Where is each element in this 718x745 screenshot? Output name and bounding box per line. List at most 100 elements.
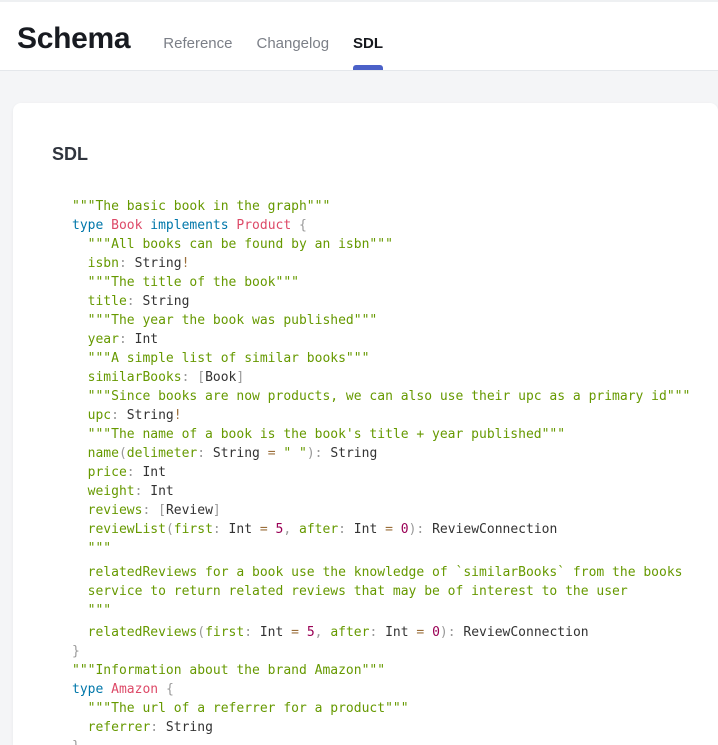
tab-label: SDL: [353, 35, 383, 52]
code-token: [: [197, 370, 205, 385]
code-line: year: Int: [72, 330, 718, 349]
code-token: ReviewConnection: [456, 625, 589, 640]
code-token: reviews: [88, 503, 143, 518]
code-token: [72, 701, 88, 716]
code-token: [72, 370, 88, 385]
code-token: service to return related reviews that m…: [88, 584, 628, 599]
code-token: [72, 446, 88, 461]
code-line: """The year the book was published""": [72, 311, 718, 330]
code-token: [103, 218, 111, 233]
code-token: [299, 625, 307, 640]
code-token: """The year the book was published""": [88, 313, 378, 328]
code-token: Int: [142, 484, 173, 499]
code-token: " ": [283, 446, 306, 461]
code-token: name: [88, 446, 119, 461]
code-token: :: [150, 720, 158, 735]
code-token: [150, 503, 158, 518]
page-title: Schema: [17, 2, 130, 70]
code-token: [72, 332, 88, 347]
tab-label: Changelog: [256, 35, 329, 52]
code-token: [72, 584, 88, 599]
tab-sdl[interactable]: SDL: [353, 2, 383, 70]
code-token: relatedReviews: [88, 625, 198, 640]
code-token: first: [174, 522, 213, 537]
code-line: type Amazon {: [72, 680, 718, 699]
code-line: upc: String!: [72, 406, 718, 425]
sdl-card: SDL """The basic book in the graph""" typ…: [13, 103, 718, 745]
code-line: }: [72, 642, 718, 661]
code-token: [72, 720, 88, 735]
code-token: [291, 522, 299, 537]
code-token: ]: [236, 370, 244, 385]
code-token: [72, 484, 88, 499]
code-token: implements: [150, 218, 228, 233]
code-line: relatedReviews for a book use the knowle…: [72, 563, 718, 582]
sdl-code-block: """The basic book in the graph""" type Bo…: [72, 197, 718, 745]
tab-reference[interactable]: Reference: [163, 2, 232, 70]
code-token: {: [166, 682, 174, 697]
code-token: [424, 625, 432, 640]
code-token: [72, 625, 88, 640]
code-token: """A simple list of similar books""": [88, 351, 370, 366]
code-token: [72, 294, 88, 309]
code-token: Amazon: [111, 682, 158, 697]
code-token: [72, 503, 88, 518]
code-token: [72, 237, 88, 252]
code-token: Book: [111, 218, 142, 233]
code-token: String: [323, 446, 378, 461]
code-token: [72, 389, 88, 404]
code-token: ):: [307, 446, 323, 461]
code-token: type: [72, 218, 103, 233]
code-token: [72, 465, 88, 480]
code-token: String: [119, 408, 174, 423]
code-token: Int: [135, 465, 166, 480]
code-line: """Information about the brand Amazon""": [72, 661, 718, 680]
code-token: ReviewConnection: [424, 522, 557, 537]
code-token: isbn: [88, 256, 119, 271]
code-token: """Information about the brand Amazon""": [72, 663, 385, 678]
code-token: 5: [307, 625, 315, 640]
code-token: [72, 256, 88, 271]
code-token: relatedReviews for a book use the knowle…: [88, 565, 683, 580]
tab-label: Reference: [163, 35, 232, 52]
code-token: }: [72, 739, 80, 745]
code-token: :: [119, 256, 127, 271]
code-token: !: [174, 408, 182, 423]
code-token: =: [268, 446, 276, 461]
code-token: =: [385, 522, 393, 537]
code-token: Int: [252, 625, 291, 640]
code-token: Review: [166, 503, 213, 518]
content-area: SDL """The basic book in the graph""" typ…: [0, 71, 718, 745]
code-line: """A simple list of similar books""": [72, 349, 718, 368]
code-token: :: [127, 465, 135, 480]
code-token: title: [88, 294, 127, 309]
code-token: """The url of a referrer for a product""…: [88, 701, 409, 716]
code-token: String: [135, 294, 190, 309]
schema-page-header: Schema Reference Changelog SDL: [0, 0, 718, 71]
code-token: =: [260, 522, 268, 537]
code-token: :: [338, 522, 346, 537]
code-token: (: [166, 522, 174, 537]
code-token: 0: [432, 625, 440, 640]
code-token: !: [182, 256, 190, 271]
code-token: :: [213, 522, 221, 537]
code-token: String: [205, 446, 268, 461]
code-token: """The title of the book""": [88, 275, 299, 290]
code-token: Int: [346, 522, 385, 537]
code-line: similarBooks: [Book]: [72, 368, 718, 387]
sdl-card-heading: SDL: [52, 143, 718, 165]
code-token: (: [119, 446, 127, 461]
code-token: """: [88, 541, 111, 556]
tab-changelog[interactable]: Changelog: [256, 2, 329, 70]
code-token: 0: [401, 522, 409, 537]
code-line: """The title of the book""": [72, 273, 718, 292]
code-token: String: [158, 720, 213, 735]
code-token: :: [127, 294, 135, 309]
code-token: """The basic book in the graph""": [72, 199, 330, 214]
code-token: ):: [440, 625, 456, 640]
code-line: """Since books are now products, we can …: [72, 387, 718, 406]
code-token: after: [299, 522, 338, 537]
code-token: [72, 541, 88, 556]
header-tabs: Reference Changelog SDL: [163, 2, 383, 70]
code-token: :: [119, 332, 127, 347]
